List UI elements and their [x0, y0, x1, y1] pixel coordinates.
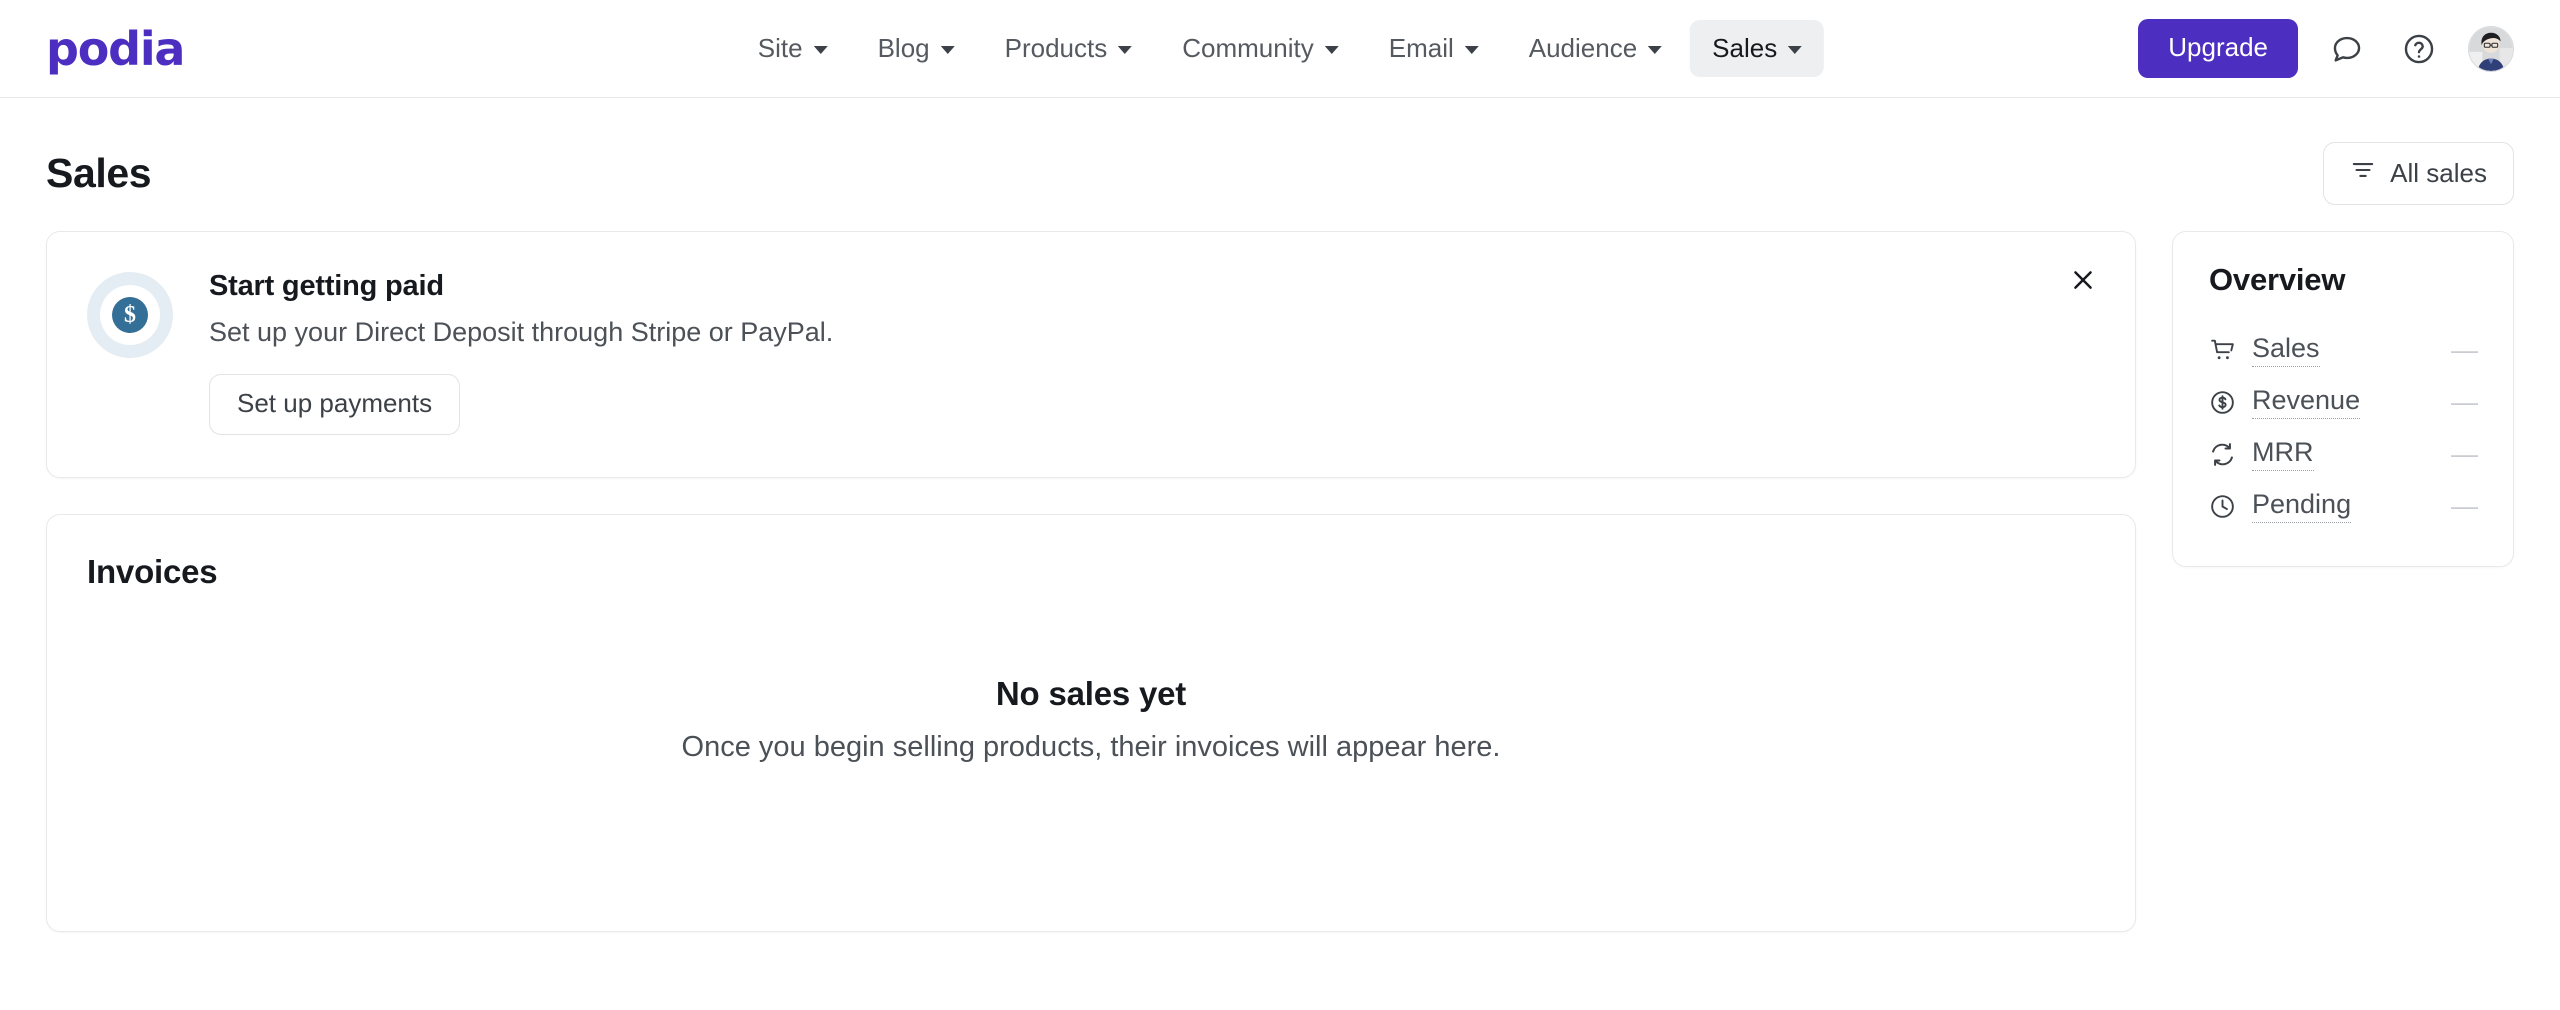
- nav-actions: Upgrade: [2138, 19, 2514, 78]
- upgrade-button[interactable]: Upgrade: [2138, 19, 2298, 78]
- nav-item-label: Email: [1388, 33, 1454, 63]
- overview-label: Pending: [2252, 489, 2352, 523]
- chevron-down-icon: [1648, 46, 1663, 54]
- overview-label: MRR: [2252, 437, 2314, 471]
- page-header: Sales All sales: [46, 98, 2514, 231]
- promo-title: Start getting paid: [209, 270, 444, 302]
- set-up-payments-button[interactable]: Set up payments: [209, 374, 461, 435]
- chevron-down-icon: [813, 46, 828, 54]
- question-mark-circle-icon[interactable]: [2396, 26, 2442, 72]
- overview-label: Revenue: [2252, 385, 2361, 419]
- nav-item-email[interactable]: Email: [1367, 20, 1501, 77]
- content-layout: $ Start getting paid Set up your Direct …: [46, 231, 2514, 932]
- all-sales-filter-button[interactable]: All sales: [2323, 142, 2514, 205]
- nav-item-label: Blog: [877, 33, 930, 63]
- invoices-card: Invoices No sales yet Once you begin sel…: [46, 513, 2136, 932]
- promo-body: Start getting paid Set up your Direct De…: [173, 268, 833, 435]
- chevron-down-icon: [1118, 46, 1133, 54]
- invoices-title: Invoices: [87, 552, 218, 590]
- all-sales-filter-label: All sales: [2390, 158, 2487, 188]
- nav-item-label: Site: [757, 33, 803, 63]
- overview-value: —: [2451, 334, 2478, 365]
- overview-row-revenue[interactable]: Revenue —: [2209, 376, 2478, 428]
- chevron-down-icon: [1464, 46, 1479, 54]
- nav-item-label: Community: [1182, 33, 1314, 63]
- nav-item-label: Products: [1004, 33, 1108, 63]
- overview-value: —: [2451, 438, 2478, 469]
- overview-row-sales[interactable]: Sales —: [2209, 324, 2478, 376]
- dollar-coin-icon: $: [87, 272, 173, 358]
- page-title: Sales: [46, 150, 152, 196]
- overview-row-mrr[interactable]: MRR —: [2209, 428, 2478, 480]
- chat-bubble-icon[interactable]: [2324, 26, 2370, 72]
- empty-state-title: No sales yet: [995, 675, 1187, 713]
- overview-card: Overview Sales — Revenue — MRR — Pending…: [2172, 231, 2514, 567]
- side-column: Overview Sales — Revenue — MRR — Pending…: [2172, 231, 2514, 567]
- podia-logo[interactable]: podia: [46, 26, 185, 72]
- dollar-circle-icon: [2209, 389, 2236, 416]
- top-navigation-bar: podia Site Blog Products Community Email…: [0, 0, 2560, 98]
- start-getting-paid-card: $ Start getting paid Set up your Direct …: [46, 231, 2136, 478]
- refresh-cycle-icon: [2209, 441, 2236, 468]
- clock-icon: [2209, 493, 2236, 520]
- nav-item-sales[interactable]: Sales: [1690, 20, 1825, 77]
- nav-item-community[interactable]: Community: [1160, 20, 1360, 77]
- overview-title: Overview: [2209, 262, 2346, 297]
- shopping-cart-icon: [2209, 337, 2236, 364]
- avatar[interactable]: [2468, 25, 2514, 72]
- page-content: Sales All sales $ Start getting paid Set…: [0, 98, 2560, 932]
- overview-row-pending[interactable]: Pending —: [2209, 480, 2478, 532]
- overview-value: —: [2451, 386, 2478, 417]
- nav-item-blog[interactable]: Blog: [856, 20, 977, 77]
- primary-nav: Site Blog Products Community Email Audie…: [736, 20, 1825, 77]
- nav-item-site[interactable]: Site: [736, 20, 850, 77]
- overview-value: —: [2451, 490, 2478, 521]
- nav-item-label: Sales: [1712, 33, 1778, 63]
- chevron-down-icon: [940, 46, 955, 54]
- nav-item-label: Audience: [1528, 33, 1638, 63]
- empty-state-subtitle: Once you begin selling products, their i…: [681, 731, 1501, 764]
- chevron-down-icon: [1324, 46, 1339, 54]
- nav-item-products[interactable]: Products: [983, 20, 1155, 77]
- filter-icon: [2350, 157, 2376, 190]
- close-icon[interactable]: [2061, 258, 2105, 302]
- chevron-down-icon: [1788, 46, 1803, 54]
- nav-item-audience[interactable]: Audience: [1507, 20, 1684, 77]
- main-column: $ Start getting paid Set up your Direct …: [46, 231, 2136, 932]
- invoices-empty-state: No sales yet Once you begin selling prod…: [87, 591, 2095, 883]
- promo-subtitle: Set up your Direct Deposit through Strip…: [209, 317, 834, 347]
- overview-label: Sales: [2252, 333, 2320, 367]
